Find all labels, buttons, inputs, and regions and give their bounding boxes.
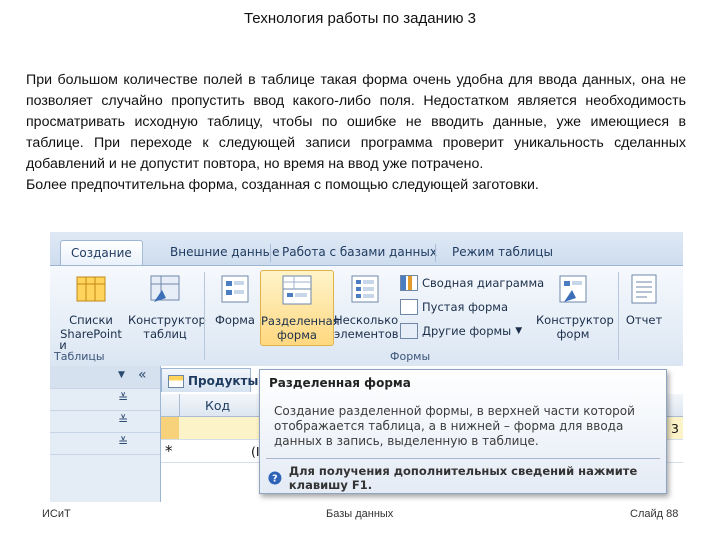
blank-form-icon <box>400 299 418 315</box>
footer-center: Базы данных <box>326 508 394 520</box>
slide-title: Технология работы по заданию 3 <box>243 10 476 27</box>
dropdown-arrow-icon: ▼ <box>515 326 523 336</box>
form-label: Форма <box>215 313 255 327</box>
nav-group-row[interactable]: ≚ <box>50 432 160 455</box>
form-icon <box>221 275 249 303</box>
table-constructor-button[interactable]: Конструктор таблиц <box>128 272 206 341</box>
tooltip-title: Разделенная форма <box>269 376 411 390</box>
tab-database-tools[interactable]: Работа с базами данных <box>272 240 447 266</box>
expand-icon[interactable]: ≚ <box>118 391 128 405</box>
split-form-label: Разделенная форма <box>261 314 340 342</box>
split-form-tooltip: Разделенная форма Создание разделенной ф… <box>259 369 667 494</box>
collapse-pane-icon[interactable]: « <box>138 367 147 383</box>
tab-products-label: Продукты <box>188 374 259 388</box>
slide-body: При большом количестве полей в таблице т… <box>26 70 686 196</box>
split-form-icon <box>282 275 312 305</box>
table-constructor-label: Конструктор таблиц <box>128 313 206 341</box>
row-selector[interactable] <box>161 417 179 439</box>
group-separator <box>204 272 205 360</box>
tab-separator <box>435 244 436 262</box>
table-icon <box>168 375 184 388</box>
tooltip-help-text: Для получения дополнительных сведений на… <box>288 464 638 492</box>
tab-separator <box>142 244 143 262</box>
sharepoint-lists-button[interactable]: Списки SharePoint <box>58 272 124 341</box>
nav-group-row[interactable]: ≚ <box>50 410 160 433</box>
report-icon <box>631 274 657 304</box>
pivot-chart-icon <box>400 275 418 291</box>
more-forms-icon <box>400 323 418 339</box>
expand-icon[interactable]: ≚ <box>118 435 128 449</box>
multiple-items-label: Несколько элементов <box>334 313 399 341</box>
report-button[interactable]: Отчет <box>622 272 666 327</box>
multiple-items-icon <box>351 275 379 303</box>
more-forms-button[interactable]: Другие формы ▼ <box>400 322 522 340</box>
pivot-chart-label: Сводная диаграмма <box>422 276 545 290</box>
paragraph-1: При большом количестве полей в таблице т… <box>26 72 686 172</box>
report-label: Отчет <box>625 313 663 327</box>
sharepoint-lists-label: Списки SharePoint <box>60 313 122 341</box>
sharepoint-list-icon <box>76 276 106 302</box>
tab-create[interactable]: Создание <box>60 240 143 267</box>
group-separator <box>618 272 619 360</box>
ribbon: и Списки SharePoint Конструктор таблиц Ф… <box>50 265 683 367</box>
footer-left: ИСиТ <box>42 508 71 520</box>
tooltip-divider <box>266 458 660 459</box>
nav-group-row[interactable]: ≚ <box>50 388 160 411</box>
svg-text:?: ? <box>272 473 278 484</box>
tab-separator <box>270 244 271 262</box>
form-constructor-button[interactable]: Конструктор форм <box>536 272 614 341</box>
tab-products[interactable]: Продукты <box>161 368 258 392</box>
help-icon: ? <box>268 471 282 485</box>
paragraph-2: Более предпочтительна форма, созданная с… <box>26 177 539 193</box>
expand-icon[interactable]: ≚ <box>118 413 128 427</box>
slide-number: Слайд 88 <box>630 508 679 520</box>
multiple-items-button[interactable]: Несколько элементов <box>334 272 399 341</box>
split-form-button[interactable]: Разделенная форма <box>260 270 340 346</box>
group-label-forms: Формы <box>390 350 431 363</box>
new-record-marker: * <box>165 442 173 460</box>
column-header-code[interactable]: Код <box>205 398 230 413</box>
nav-header[interactable]: ▼ « <box>50 366 160 389</box>
form-constructor-label: Конструктор форм <box>536 313 614 341</box>
more-forms-label: Другие формы <box>422 324 512 338</box>
table-design-icon <box>150 275 180 302</box>
pivot-chart-button[interactable]: Сводная диаграмма <box>400 274 544 292</box>
dropdown-arrow-icon[interactable]: ▼ <box>118 370 125 380</box>
form-button[interactable]: Форма <box>210 272 260 327</box>
ribbon-tab-bar: Создание Внешние данные Работа с базами … <box>50 232 683 267</box>
blank-form-button[interactable]: Пустая форма <box>400 298 508 316</box>
group-label-tables: Таблицы <box>54 350 105 363</box>
blank-form-label: Пустая форма <box>422 300 508 314</box>
navigation-pane: ▼ « ≚ ≚ ≚ <box>50 366 161 502</box>
tab-datasheet[interactable]: Режим таблицы <box>442 240 563 266</box>
select-all-corner[interactable] <box>161 394 180 416</box>
tooltip-description: Создание разделенной формы, в верхней ча… <box>274 404 635 448</box>
tooltip-help: ? Для получения дополнительных сведений … <box>268 464 666 492</box>
row-value: 3 <box>671 421 679 436</box>
form-design-icon <box>559 275 587 303</box>
